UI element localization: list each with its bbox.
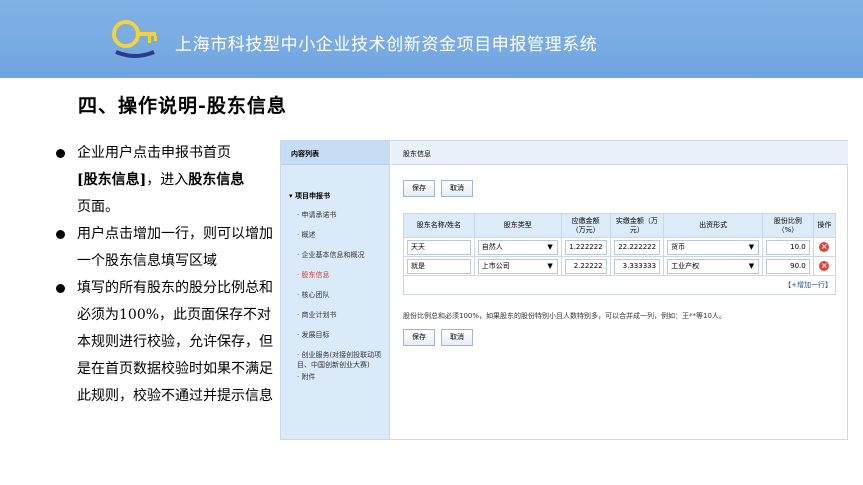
bullet-bold: [股东信息] xyxy=(77,172,147,188)
sidebar-item-label: 核心团队 xyxy=(301,291,330,299)
sidebar-item-label: 股东信息 xyxy=(301,271,330,279)
sidebar-group: ▾ 项目申报书 xyxy=(289,192,330,200)
dropdown-arrow-icon: ▼ xyxy=(748,261,755,270)
system-screenshot: 内容列表 ▾ 项目申报书 · 申请承诺书 · 概述 · 企业基本信息和概况 · … xyxy=(280,140,848,440)
system-title: 上海市科技型中小企业技术创新资金项目申报管理系统 xyxy=(175,35,598,55)
bullet-text: 页面。 xyxy=(77,199,119,215)
cancel-button-bottom[interactable]: 取消 xyxy=(441,329,473,346)
sidebar-item-company[interactable]: · 企业基本信息和概况 xyxy=(297,250,389,260)
share-ratio-input[interactable]: 10.0 xyxy=(766,239,810,255)
share-ratio-input[interactable]: 90.0 xyxy=(766,258,810,274)
bullet-dot-icon xyxy=(56,284,65,293)
main-panel: 股东信息 保存 取消 股东名称/姓名 股东类型 应缴金额（万元） 实缴金额（万元… xyxy=(391,141,848,439)
bullet-text: 用户点击增加一行，则可以增加一个股东信息填写区域 xyxy=(77,226,273,269)
shareholder-type-select[interactable]: 上市公司 ▼ xyxy=(477,258,558,274)
sidebar-item-goals[interactable]: · 发展目标 xyxy=(297,330,389,340)
bullet-text: 企业用户点击申报书首页 xyxy=(77,145,231,161)
column-header: 应缴金额（万元） xyxy=(560,213,611,238)
bullet-text: 填写的所有股东的股分比例总和必须为100%，此页面保存不对本规则进行校验，允许保… xyxy=(77,280,273,404)
sidebar-item-services[interactable]: · 创业服务(对接创投联动项目、中国创新创业大赛) xyxy=(297,350,383,370)
slide-title: 四、操作说明-股东信息 xyxy=(78,95,287,117)
column-header: 股东名称/姓名 xyxy=(403,213,475,238)
due-amount-input[interactable]: 1.222222 xyxy=(564,239,607,255)
sidebar-item-team[interactable]: · 核心团队 xyxy=(297,290,389,300)
table-row: 天天 自然人 ▼ 1.222222 22.222222 货币 ▼ 10.0 × xyxy=(403,237,837,257)
column-header: 股东类型 xyxy=(473,213,562,238)
column-header: 操作 xyxy=(812,213,837,238)
ratio-note: 股份比例总和必须100%，如果股东的股份特别小且人数特别多，可以合并成一列，例如… xyxy=(403,312,726,320)
sidebar-item-promise[interactable]: · 申请承诺书 xyxy=(297,210,389,220)
delete-row-icon[interactable]: × xyxy=(819,242,830,252)
due-amount-input[interactable]: 2.22222 xyxy=(564,258,607,274)
cancel-button[interactable]: 取消 xyxy=(441,180,473,197)
contribution-form-select[interactable]: 货币 ▼ xyxy=(667,239,760,255)
paid-amount-input[interactable]: 3.333333 xyxy=(613,258,661,274)
sidebar-item-shareholders[interactable]: · 股东信息 xyxy=(297,270,389,280)
header-banner: 上海市科技型中小企业技术创新资金项目申报管理系统 xyxy=(0,0,863,78)
dropdown-arrow-icon: ▼ xyxy=(547,242,553,251)
column-header: 股份比例（%） xyxy=(762,213,814,238)
instruction-list: 企业用户点击申报书首页 [股东信息]，进入股东信息页面。 用户点击增加一行，则可以… xyxy=(55,140,280,410)
key-logo-icon xyxy=(112,20,157,58)
paid-amount-input[interactable]: 22.222222 xyxy=(613,239,661,255)
add-row-link[interactable]: 【+增加一行】 xyxy=(784,281,832,289)
dropdown-arrow-icon: ▼ xyxy=(748,242,755,251)
column-header: 实缴金额（万元） xyxy=(609,213,665,238)
dropdown-arrow-icon: ▼ xyxy=(547,261,553,270)
sidebar-group-label: 项目申报书 xyxy=(294,192,330,200)
contribution-form-select[interactable]: 工业产权 ▼ xyxy=(667,258,760,274)
save-button-bottom[interactable]: 保存 xyxy=(403,329,435,346)
shareholder-name-input[interactable]: 就是 xyxy=(407,258,471,274)
select-value: 上市公司 xyxy=(481,261,510,270)
bullet-3: 填写的所有股东的股分比例总和必须为100%，此页面保存不对本规则进行校验，允许保… xyxy=(55,275,280,410)
select-value: 工业产权 xyxy=(671,261,700,270)
sidebar-item-overview[interactable]: · 概述 xyxy=(297,230,389,240)
table-header-row: 股东名称/姓名 股东类型 应缴金额（万元） 实缴金额（万元） 出资形式 股份比例… xyxy=(403,213,837,238)
sidebar-item-label: 附件 xyxy=(301,373,316,381)
select-value: 自然人 xyxy=(481,242,503,251)
sidebar-item-label: 企业基本信息和概况 xyxy=(301,251,365,259)
bullet-dot-icon xyxy=(56,230,65,239)
bullet-1: 企业用户点击申报书首页 [股东信息]，进入股东信息页面。 xyxy=(55,140,280,221)
bullet-2: 用户点击增加一行，则可以增加一个股东信息填写区域 xyxy=(55,221,280,275)
sidebar-item-label: 发展目标 xyxy=(301,331,330,339)
sidebar-item-label: 创业服务(对接创投联动项目、中国创新创业大赛) xyxy=(297,351,382,369)
sidebar: 内容列表 ▾ 项目申报书 · 申请承诺书 · 概述 · 企业基本信息和概况 · … xyxy=(281,141,390,439)
select-value: 货币 xyxy=(671,242,686,251)
shareholder-table: 股东名称/姓名 股东类型 应缴金额（万元） 实缴金额（万元） 出资形式 股份比例… xyxy=(403,213,837,295)
shareholder-name-input[interactable]: 天天 xyxy=(407,239,471,255)
table-row: 就是 上市公司 ▼ 2.22222 3.333333 工业产权 ▼ 90.0 × xyxy=(403,256,837,276)
sidebar-item-attachments[interactable]: · 附件 xyxy=(297,372,389,382)
add-row-bar: 【+增加一行】 xyxy=(403,275,836,295)
shareholder-type-select[interactable]: 自然人 ▼ xyxy=(477,239,558,255)
column-header: 出资形式 xyxy=(663,213,764,238)
bullet-dot-icon xyxy=(56,149,65,158)
bullet-bold: 股东信息 xyxy=(188,172,245,188)
save-button[interactable]: 保存 xyxy=(403,180,435,197)
sidebar-item-label: 申请承诺书 xyxy=(301,211,337,219)
bullet-text: ，进入 xyxy=(146,172,189,188)
sidebar-item-label: 商业计划书 xyxy=(301,311,337,319)
sidebar-header: 内容列表 xyxy=(281,141,389,165)
sidebar-item-business-plan[interactable]: · 商业计划书 xyxy=(297,310,389,320)
delete-row-icon[interactable]: × xyxy=(819,261,830,271)
panel-title: 股东信息 xyxy=(391,141,848,165)
sidebar-item-label: 概述 xyxy=(301,231,316,239)
